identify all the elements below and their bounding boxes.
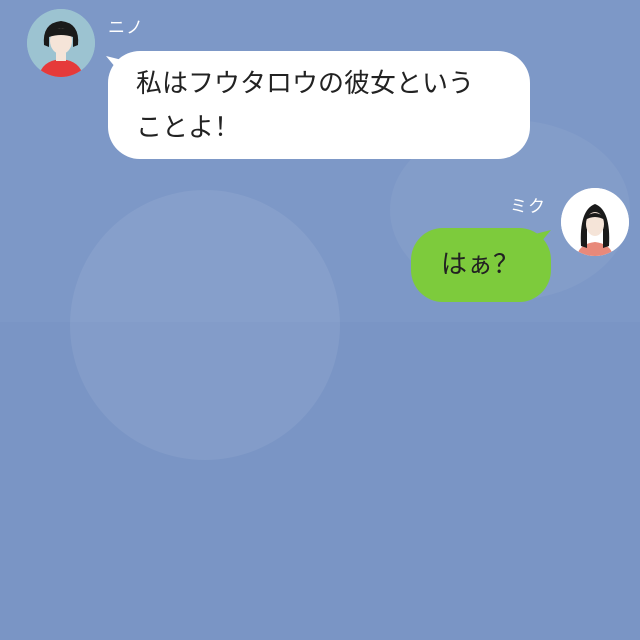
message-line: ことよ！ — [136, 113, 241, 143]
sender-name: ニノ — [108, 18, 144, 38]
woman-long-hair-avatar-icon — [561, 188, 629, 256]
message-bubble[interactable]: はぁ？ — [411, 228, 551, 302]
background-blob — [70, 190, 340, 460]
message-line: 私はフウタロウの彼女という — [136, 69, 475, 99]
avatar-nino[interactable] — [27, 9, 95, 77]
woman-bob-hair-red-shirt-avatar-icon — [27, 9, 95, 77]
avatar-miku[interactable] — [561, 188, 629, 256]
message-bubble[interactable]: 私はフウタロウの彼女という ことよ！ — [108, 51, 530, 159]
sender-name: ミク — [510, 197, 546, 217]
message-line: はぁ？ — [441, 250, 520, 280]
